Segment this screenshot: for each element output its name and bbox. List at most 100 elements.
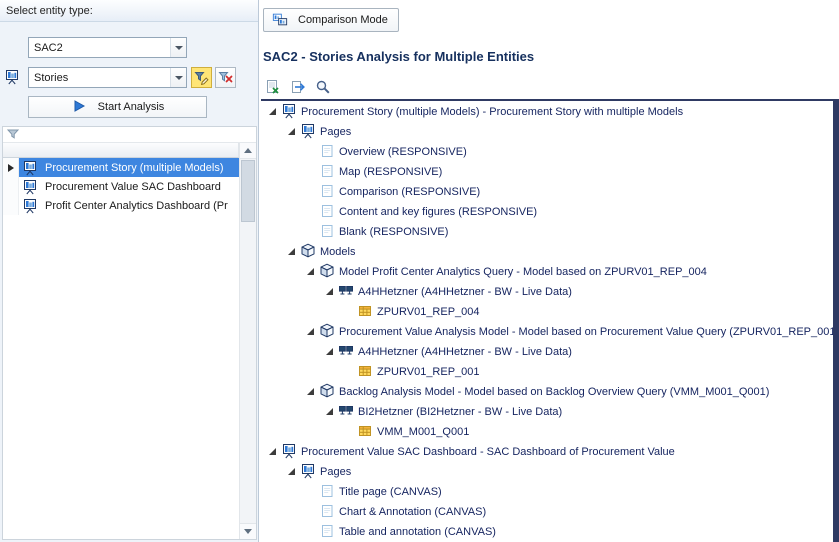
entity-list-item[interactable]: Profit Center Analytics Dashboard (Pr (3, 196, 239, 215)
tree-node[interactable]: Procurement Value Analysis Model - Model… (261, 321, 833, 341)
page-icon (319, 223, 335, 239)
export-button[interactable] (287, 77, 308, 97)
clear-filter-button[interactable] (215, 67, 236, 88)
tree-node[interactable]: Overview (RESPONSIVE) (261, 141, 833, 161)
tree-node-label: VMM_M001_Q001 (377, 425, 469, 438)
entity-cell[interactable]: Procurement Story (multiple Models) (19, 158, 239, 177)
scrollbar-thumb[interactable] (241, 160, 255, 222)
pages-icon (300, 123, 316, 139)
tree-node[interactable]: A4HHetzner (A4HHetzner - BW - Live Data) (261, 281, 833, 301)
entity-list-item[interactable]: Procurement Value SAC Dashboard (3, 177, 239, 196)
tree-node[interactable]: Model Profit Center Analytics Query - Mo… (261, 261, 833, 281)
story-icon (22, 160, 38, 176)
expand-collapse-icon[interactable] (324, 405, 337, 418)
zoom-button[interactable] (312, 77, 333, 97)
expand-collapse-icon[interactable] (286, 245, 299, 258)
toggle-spacer (305, 145, 318, 158)
story-icon (281, 443, 297, 459)
entity-type-value: SAC2 (29, 42, 170, 54)
entity-cell[interactable]: Procurement Value SAC Dashboard (19, 177, 239, 196)
play-icon (72, 99, 88, 115)
tree-node-label: Models (320, 245, 355, 258)
expand-collapse-icon[interactable] (267, 445, 280, 458)
tree-node[interactable]: Chart & Annotation (CANVAS) (261, 501, 833, 521)
object-type-dropdown[interactable]: Stories (28, 67, 187, 88)
panel-header-label: Select entity type: (6, 5, 93, 17)
tree-node[interactable]: Procurement Story (multiple Models) - Pr… (261, 101, 833, 121)
start-analysis-button[interactable]: Start Analysis (28, 96, 207, 118)
tree-node-label: Pages (320, 125, 351, 138)
expand-collapse-icon[interactable] (286, 465, 299, 478)
tree-node-label: Pages (320, 465, 351, 478)
toggle-spacer (305, 485, 318, 498)
tree-node-label: Backlog Analysis Model - Model based on … (339, 385, 769, 398)
expand-collapse-icon[interactable] (324, 285, 337, 298)
tree-node[interactable]: Pages (261, 461, 833, 481)
tree-node[interactable]: VMM_M001_Q001 (261, 421, 833, 441)
tree-node-label: A4HHetzner (A4HHetzner - BW - Live Data) (358, 345, 572, 358)
entity-selection-panel: Select entity type: SAC2 Stories Start A… (0, 0, 259, 542)
tree-node-label: Overview (RESPONSIVE) (339, 145, 467, 158)
scroll-up-button[interactable] (240, 143, 256, 159)
tree-node-label: ZPURV01_REP_001 (377, 365, 480, 378)
comparison-mode-button[interactable]: Comparison Mode (263, 8, 399, 32)
tree-node[interactable]: Models (261, 241, 833, 261)
object-type-value: Stories (29, 72, 170, 84)
chevron-down-icon[interactable] (170, 68, 186, 87)
tree-node[interactable]: Backlog Analysis Model - Model based on … (261, 381, 833, 401)
expand-collapse-icon[interactable] (324, 345, 337, 358)
scroll-down-button[interactable] (240, 523, 256, 539)
tree-node[interactable]: BI2Hetzner (BI2Hetzner - BW - Live Data) (261, 401, 833, 421)
tree-node[interactable]: Map (RESPONSIVE) (261, 161, 833, 181)
entity-cell[interactable]: Profit Center Analytics Dashboard (Pr (19, 196, 239, 215)
tree-node[interactable]: ZPURV01_REP_001 (261, 361, 833, 381)
row-indicator (3, 177, 19, 196)
tree-node[interactable]: Content and key figures (RESPONSIVE) (261, 201, 833, 221)
tree-node[interactable]: Pages (261, 121, 833, 141)
tree-node-label: Chart & Annotation (CANVAS) (339, 505, 486, 518)
export-excel-button[interactable] (262, 77, 283, 97)
tree-node-label: BI2Hetzner (BI2Hetzner - BW - Live Data) (358, 405, 562, 418)
start-analysis-label: Start Analysis (98, 101, 165, 113)
chevron-down-icon[interactable] (170, 38, 186, 57)
tree-node-label: Title page (CANVAS) (339, 485, 442, 498)
grid-column-header[interactable] (3, 143, 239, 158)
tree-node[interactable]: ZPURV01_REP_004 (261, 301, 833, 321)
tree-node[interactable]: A4HHetzner (A4HHetzner - BW - Live Data) (261, 341, 833, 361)
entity-name: Profit Center Analytics Dashboard (Pr (45, 200, 228, 212)
tree-node-label: Blank (RESPONSIVE) (339, 225, 448, 238)
tree-node-label: Comparison (RESPONSIVE) (339, 185, 480, 198)
page-icon (319, 523, 335, 539)
tree-node-label: Content and key figures (RESPONSIVE) (339, 205, 537, 218)
expand-collapse-icon[interactable] (267, 105, 280, 118)
edit-filter-button[interactable] (191, 67, 212, 88)
toggle-spacer (305, 205, 318, 218)
tree-node-label: Table and annotation (CANVAS) (339, 525, 496, 538)
tree-node[interactable]: Blank (RESPONSIVE) (261, 221, 833, 241)
comparison-mode-label: Comparison Mode (298, 14, 388, 26)
tree-node-label: Model Profit Center Analytics Query - Mo… (339, 265, 707, 278)
tree-toolbar (262, 77, 333, 97)
tree-node[interactable]: Title page (CANVAS) (261, 481, 833, 501)
list-scrollbar[interactable] (239, 143, 256, 539)
tree-node[interactable]: Comparison (RESPONSIVE) (261, 181, 833, 201)
expand-collapse-icon[interactable] (305, 385, 318, 398)
model-icon (319, 263, 335, 279)
expand-collapse-icon[interactable] (305, 325, 318, 338)
expand-collapse-icon[interactable] (305, 265, 318, 278)
entity-list-item[interactable]: Procurement Story (multiple Models) (3, 158, 239, 177)
tree-scrollbar[interactable] (833, 99, 839, 542)
expand-collapse-icon[interactable] (286, 125, 299, 138)
analysis-panel: Comparison Mode SAC2 - Stories Analysis … (261, 0, 839, 542)
page-icon (319, 483, 335, 499)
arrow-down-icon (244, 529, 252, 534)
grid-filter-row[interactable] (3, 127, 256, 143)
tree-node-label: A4HHetzner (A4HHetzner - BW - Live Data) (358, 285, 572, 298)
entity-type-dropdown[interactable]: SAC2 (28, 37, 187, 58)
tree-node[interactable]: Procurement Value SAC Dashboard - SAC Da… (261, 441, 833, 461)
page-icon (319, 143, 335, 159)
arrow-up-icon (244, 148, 252, 153)
models-icon (300, 243, 316, 259)
tree-node[interactable]: Table and annotation (CANVAS) (261, 521, 833, 541)
tree-node-label: ZPURV01_REP_004 (377, 305, 480, 318)
